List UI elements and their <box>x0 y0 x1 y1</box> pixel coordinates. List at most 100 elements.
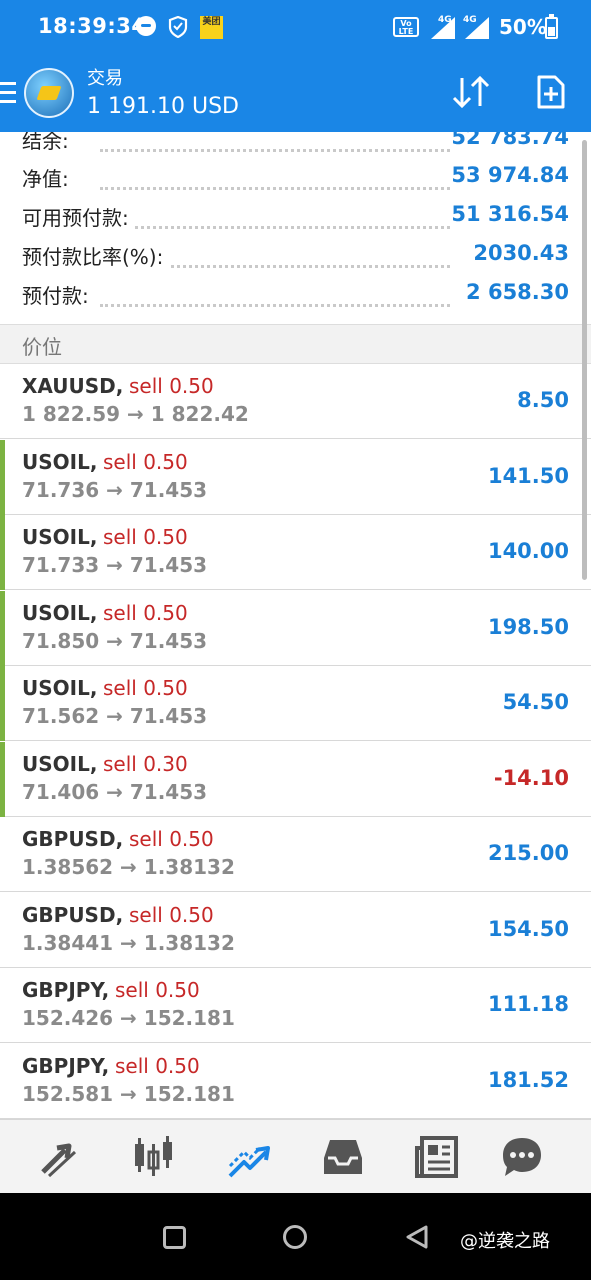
section-header-positions: 价位 <box>0 324 591 364</box>
battery-icon <box>545 14 558 39</box>
network-type-2: 4G <box>463 15 477 25</box>
summary-label: 预付款比率(%): <box>22 241 170 270</box>
network-type-1: 4G <box>438 15 452 25</box>
position-side: sell 0.50 <box>103 449 188 474</box>
position-row[interactable]: USOIL, sell 0.50 71.850 → 71.453 198.50 <box>0 590 591 666</box>
position-symbol: USOIL, <box>22 600 98 625</box>
position-side: sell 0.50 <box>115 978 200 1002</box>
section-title: 价位 <box>22 335 62 359</box>
news-icon[interactable] <box>412 1132 462 1182</box>
battery-percent: 50% <box>499 15 547 39</box>
position-row[interactable]: GBPJPY, sell 0.50 152.426 → 152.181 111.18 <box>0 968 591 1043</box>
position-prices: 71.562 → 71.453 <box>22 704 208 728</box>
menu-icon[interactable] <box>0 82 16 104</box>
dotted-leader <box>100 304 450 307</box>
position-side: sell 0.50 <box>103 600 188 625</box>
position-prices: 152.581 → 152.181 <box>22 1081 235 1106</box>
position-profit: -14.10 <box>493 765 569 790</box>
summary-row-margin-level: 预付款比率(%): 2030.43 <box>0 241 580 280</box>
dotted-leader <box>100 226 450 229</box>
position-symbol: USOIL, <box>22 449 98 474</box>
watermark: @逆袭之路 <box>460 1231 550 1252</box>
profit-total: 1 191.10 USD <box>87 94 239 119</box>
quotes-arrows-icon[interactable] <box>35 1132 85 1182</box>
position-profit: 141.50 <box>487 463 569 488</box>
summary-label: 可用预付款: <box>22 202 135 231</box>
summary-value: 2030.43 <box>467 241 569 265</box>
new-order-icon[interactable] <box>536 74 566 110</box>
summary-row-equity: 净值: 53 974.84 <box>0 163 580 202</box>
positions-list: XAUUSD, sell 0.50 1 822.59 → 1 822.42 8.50 U… <box>0 364 591 1119</box>
system-navigation-bar: @逆袭之路 <box>0 1193 591 1280</box>
trade-trend-icon[interactable] <box>224 1132 274 1182</box>
sort-icon[interactable] <box>451 74 491 110</box>
dotted-leader <box>100 187 450 190</box>
position-profit: 198.50 <box>487 614 569 639</box>
position-row[interactable]: GBPUSD, sell 0.50 1.38562 → 1.38132 215.00 <box>0 817 591 892</box>
position-profit: 181.52 <box>487 1067 569 1092</box>
position-side: sell 0.50 <box>115 1053 200 1078</box>
summary-value: 53 974.84 <box>445 163 569 187</box>
account-summary: 结余: 52 783.74 净值: 53 974.84 可用预付款: 51 31… <box>0 132 591 324</box>
summary-label: 净值: <box>22 163 75 192</box>
position-row[interactable]: USOIL, sell 0.50 71.562 → 71.453 54.50 <box>0 666 591 741</box>
bottom-navigation <box>0 1119 591 1193</box>
status-bar: 18:39:34 美团 Vo LTE 4G 4G 50% <box>0 0 591 56</box>
summary-value: 2 658.30 <box>460 280 569 304</box>
chat-notification-icon <box>136 16 156 36</box>
scrollbar[interactable] <box>582 140 587 580</box>
position-side: sell 0.50 <box>103 525 188 549</box>
position-prices: 1.38441 → 1.38132 <box>22 930 235 955</box>
dotted-leader <box>100 149 450 152</box>
position-symbol: USOIL, <box>22 676 98 700</box>
summary-value: 52 783.74 <box>445 132 569 149</box>
page-title: 交易 <box>87 68 123 89</box>
position-prices: 1.38562 → 1.38132 <box>22 855 235 879</box>
position-row[interactable]: USOIL, sell 0.50 71.736 → 71.453 141.50 <box>0 439 591 515</box>
meituan-icon: 美团 <box>200 16 223 39</box>
position-profit: 215.00 <box>487 841 569 865</box>
shield-icon <box>168 16 188 38</box>
position-prices: 1 822.59 → 1 822.42 <box>22 402 249 426</box>
position-symbol: USOIL, <box>22 751 98 776</box>
position-row[interactable]: USOIL, sell 0.30 71.406 → 71.453 -14.10 <box>0 741 591 817</box>
position-profit: 154.50 <box>487 916 569 941</box>
position-symbol: GBPUSD, <box>22 902 124 927</box>
position-side: sell 0.50 <box>129 827 214 851</box>
messages-icon[interactable] <box>497 1132 547 1182</box>
position-prices: 71.733 → 71.453 <box>22 553 208 577</box>
position-side: sell 0.30 <box>103 751 188 776</box>
candlestick-chart-icon[interactable] <box>128 1132 178 1182</box>
position-profit: 111.18 <box>487 992 569 1016</box>
summary-row-margin: 预付款: 2 658.30 <box>0 280 580 319</box>
position-prices: 71.406 → 71.453 <box>22 779 208 804</box>
position-row[interactable]: USOIL, sell 0.50 71.733 → 71.453 140.00 <box>0 515 591 590</box>
back-button[interactable] <box>405 1225 429 1249</box>
position-symbol: USOIL, <box>22 525 98 549</box>
summary-value: 51 316.54 <box>445 202 569 226</box>
position-profit: 54.50 <box>502 690 569 714</box>
position-symbol: GBPUSD, <box>22 827 124 851</box>
position-symbol: GBPJPY, <box>22 978 110 1002</box>
app-logo <box>24 68 74 118</box>
position-row[interactable]: GBPJPY, sell 0.50 152.581 → 152.181 181.52 <box>0 1043 591 1119</box>
volte-icon: Vo LTE <box>393 17 419 37</box>
position-row[interactable]: GBPUSD, sell 0.50 1.38441 → 1.38132 154.50 <box>0 892 591 968</box>
position-row[interactable]: XAUUSD, sell 0.50 1 822.59 → 1 822.42 8.50 <box>0 364 591 439</box>
summary-label: 结余: <box>22 132 75 154</box>
position-side: sell 0.50 <box>129 902 214 927</box>
history-inbox-icon[interactable] <box>318 1132 368 1182</box>
position-profit: 140.00 <box>487 539 569 563</box>
position-side: sell 0.50 <box>103 676 188 700</box>
header: 18:39:34 美团 Vo LTE 4G 4G 50% 交易 1 191.10… <box>0 0 591 132</box>
position-prices: 71.736 → 71.453 <box>22 477 208 502</box>
position-side: sell 0.50 <box>129 374 214 398</box>
position-prices: 152.426 → 152.181 <box>22 1006 235 1030</box>
summary-label: 预付款: <box>22 280 95 309</box>
position-prices: 71.850 → 71.453 <box>22 628 208 653</box>
position-symbol: GBPJPY, <box>22 1053 110 1078</box>
summary-row-free-margin: 可用预付款: 51 316.54 <box>0 202 580 241</box>
home-button[interactable] <box>283 1225 307 1249</box>
position-symbol: XAUUSD, <box>22 374 124 398</box>
recent-apps-button[interactable] <box>163 1226 186 1249</box>
